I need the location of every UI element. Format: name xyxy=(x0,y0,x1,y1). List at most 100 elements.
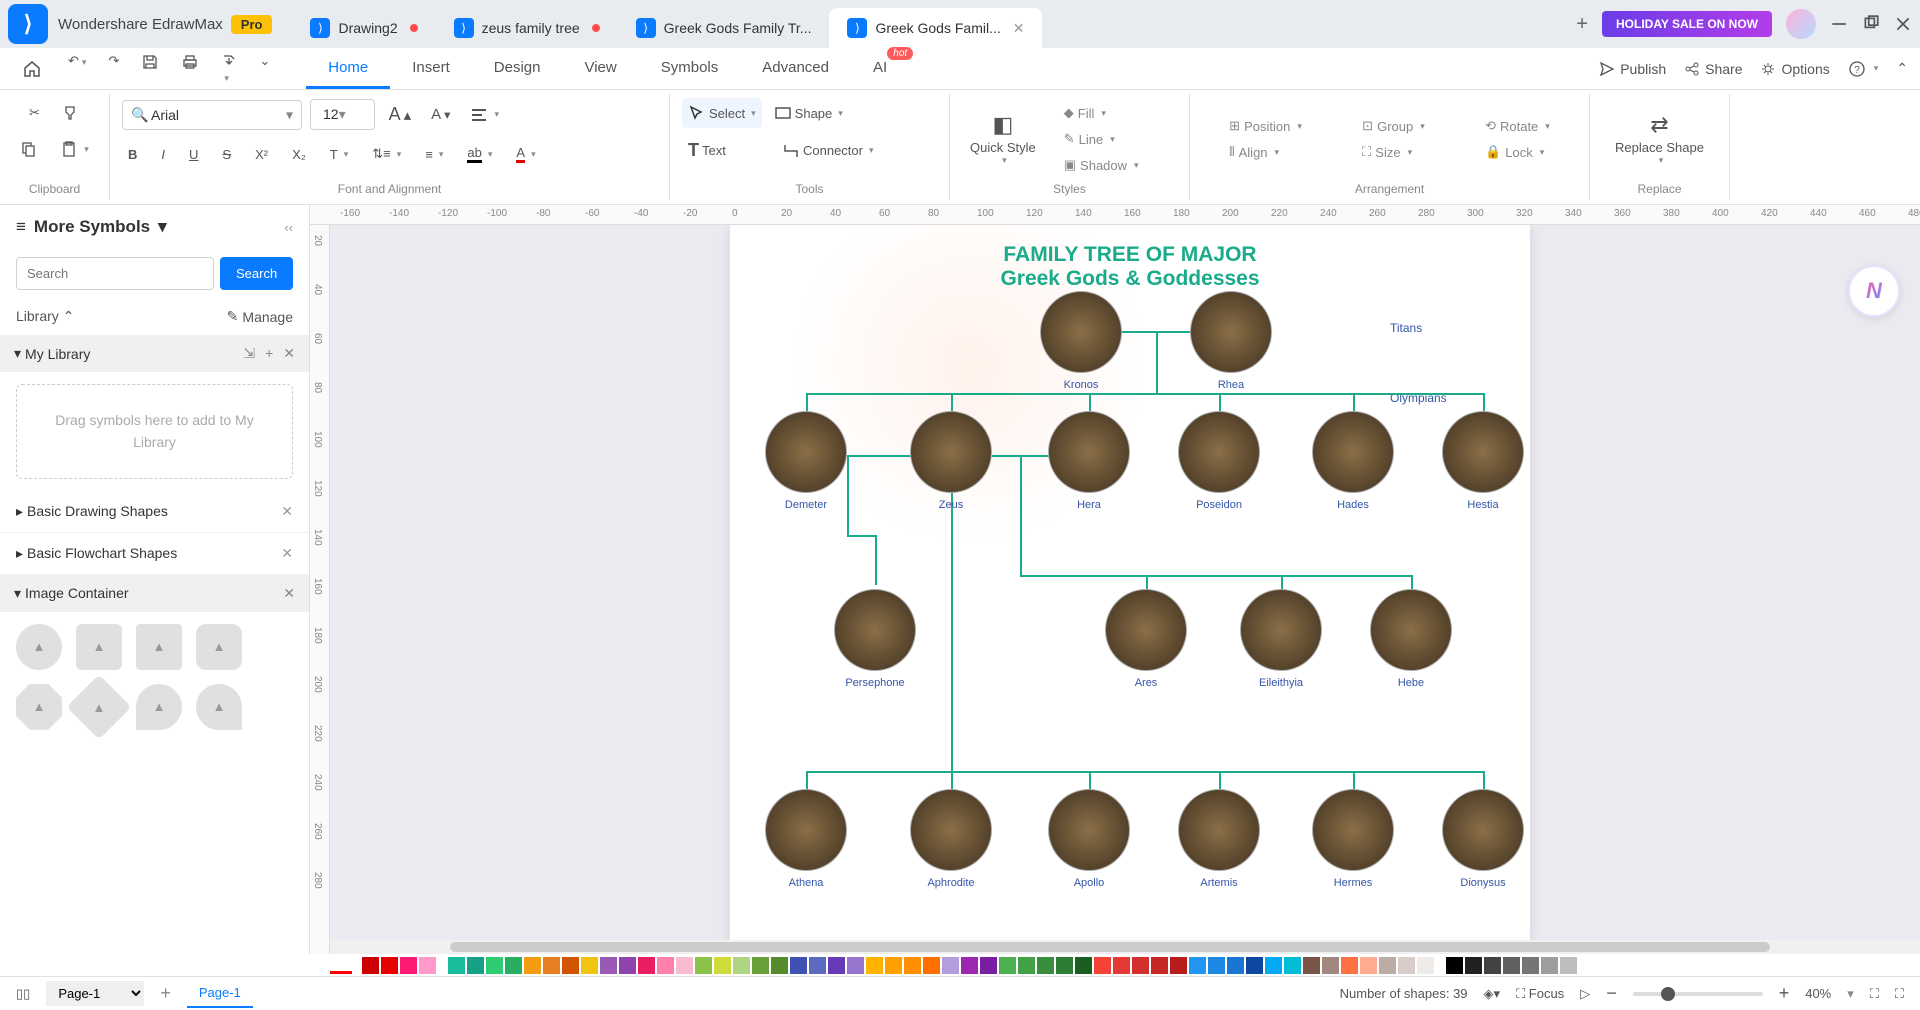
color-swatch[interactable] xyxy=(1037,957,1054,974)
sidebar-section-imagecontainer[interactable]: ▾ Image Container✕ xyxy=(0,575,309,612)
highlight-button[interactable]: ab xyxy=(461,139,498,169)
tree-node[interactable]: Demeter xyxy=(765,411,847,511)
undo-button[interactable]: ↶ xyxy=(62,49,92,88)
select-tool-button[interactable]: Select xyxy=(682,98,762,128)
color-swatch[interactable] xyxy=(619,957,636,974)
shape-rounded[interactable]: ▲ xyxy=(136,624,182,670)
align-shapes-button[interactable]: ⫴ Align xyxy=(1223,141,1308,163)
color-swatch[interactable] xyxy=(923,957,940,974)
options-button[interactable]: Options xyxy=(1760,61,1829,77)
document-tab[interactable]: ⟩Greek Gods Famil...✕ xyxy=(829,8,1042,48)
color-swatch[interactable] xyxy=(448,957,465,974)
color-swatch[interactable] xyxy=(381,957,398,974)
line-spacing-button[interactable]: ⇅≡ xyxy=(366,140,407,168)
copy-button[interactable] xyxy=(14,134,44,164)
zoom-slider[interactable] xyxy=(1633,992,1763,996)
new-tab-button[interactable]: + xyxy=(1562,13,1602,36)
color-swatch[interactable] xyxy=(1503,957,1520,974)
color-swatch[interactable] xyxy=(885,957,902,974)
color-swatch[interactable] xyxy=(1094,957,1111,974)
panel-toggle-icon[interactable]: ▯▯ xyxy=(16,986,30,1002)
replace-shape-button[interactable]: ⇄Replace Shape xyxy=(1607,106,1712,173)
close-section-icon[interactable]: ✕ xyxy=(283,585,295,602)
close-section-icon[interactable]: ✕ xyxy=(281,503,293,520)
menu-home[interactable]: Home xyxy=(306,49,390,89)
user-avatar[interactable] xyxy=(1786,9,1816,39)
color-swatch[interactable] xyxy=(1360,957,1377,974)
menu-advanced[interactable]: Advanced xyxy=(740,49,851,89)
color-swatch[interactable] xyxy=(1560,957,1577,974)
maximize-icon[interactable] xyxy=(1862,15,1880,33)
collapse-ribbon-button[interactable]: ⌃ xyxy=(1896,60,1908,77)
color-swatch[interactable] xyxy=(362,957,379,974)
subscript-button[interactable]: X₂ xyxy=(286,141,312,168)
color-swatch[interactable] xyxy=(419,957,436,974)
lock-button[interactable]: 🔒 Lock xyxy=(1479,141,1556,163)
tree-node[interactable]: Ares xyxy=(1105,589,1187,689)
color-swatch[interactable] xyxy=(1170,957,1187,974)
color-swatch[interactable] xyxy=(1151,957,1168,974)
help-button[interactable]: ? xyxy=(1848,60,1879,78)
color-swatch[interactable] xyxy=(1398,957,1415,974)
zoom-thumb[interactable] xyxy=(1661,987,1675,1001)
scrollbar-thumb[interactable] xyxy=(450,942,1770,952)
group-button[interactable]: ⊡ Group xyxy=(1356,115,1431,137)
position-button[interactable]: ⊞ Position xyxy=(1223,115,1308,137)
color-swatch[interactable] xyxy=(790,957,807,974)
color-swatch[interactable] xyxy=(1322,957,1339,974)
tree-node[interactable]: Hades xyxy=(1312,411,1394,511)
tree-node[interactable]: Zeus xyxy=(910,411,992,511)
shape-pin[interactable]: ▲ xyxy=(136,684,182,730)
tree-node[interactable]: Hestia xyxy=(1442,411,1524,511)
color-swatch[interactable] xyxy=(714,957,731,974)
sidebar-section-mylibrary[interactable]: ▾ My Library⇲+✕ xyxy=(0,335,309,372)
tree-node[interactable]: Aphrodite xyxy=(910,789,992,889)
color-swatch[interactable] xyxy=(1056,957,1073,974)
shape-heart[interactable]: ▲ xyxy=(196,684,242,730)
play-button[interactable]: ▷ xyxy=(1580,986,1590,1002)
page-select[interactable]: Page-1 xyxy=(46,981,144,1006)
font-size-select[interactable]: 12▾ xyxy=(310,99,375,130)
color-swatch[interactable] xyxy=(1208,957,1225,974)
color-swatch[interactable] xyxy=(1246,957,1263,974)
horizontal-scrollbar[interactable] xyxy=(330,940,1920,954)
color-swatch[interactable] xyxy=(1227,957,1244,974)
search-input[interactable] xyxy=(16,257,214,290)
bold-button[interactable]: B xyxy=(122,141,143,168)
shape-diamond[interactable]: ▲ xyxy=(66,674,131,739)
text-case-button[interactable]: T xyxy=(324,141,354,168)
color-swatch[interactable] xyxy=(733,957,750,974)
shape-octagon[interactable]: ▲ xyxy=(16,684,62,730)
color-swatch[interactable] xyxy=(828,957,845,974)
color-swatch[interactable] xyxy=(1446,957,1463,974)
close-tab-icon[interactable]: ✕ xyxy=(1013,20,1025,37)
export-button[interactable] xyxy=(215,49,243,88)
bullets-button[interactable]: ≡ xyxy=(419,141,449,168)
publish-button[interactable]: Publish xyxy=(1599,61,1666,77)
menu-view[interactable]: View xyxy=(562,49,638,89)
color-swatch[interactable] xyxy=(1484,957,1501,974)
text-tool-button[interactable]: TText xyxy=(682,134,770,167)
color-swatch[interactable] xyxy=(638,957,655,974)
close-icon[interactable] xyxy=(1894,15,1912,33)
share-button[interactable]: Share xyxy=(1684,61,1742,77)
redo-button[interactable]: ↷ xyxy=(102,49,125,88)
menu-symbols[interactable]: Symbols xyxy=(639,49,741,89)
shape-square[interactable]: ▲ xyxy=(76,624,122,670)
color-swatch[interactable] xyxy=(961,957,978,974)
tree-node[interactable]: Eileithyia xyxy=(1240,589,1322,689)
canvas[interactable]: FAMILY TREE OF MAJOR Greek Gods & Goddes… xyxy=(330,225,1920,940)
color-swatch[interactable] xyxy=(524,957,541,974)
color-swatch[interactable] xyxy=(695,957,712,974)
tree-node[interactable]: Athena xyxy=(765,789,847,889)
close-section-icon[interactable]: ✕ xyxy=(283,345,295,362)
drop-zone[interactable]: Drag symbols here to add to My Library xyxy=(16,384,293,479)
underline-button[interactable]: U xyxy=(183,141,204,168)
zoom-out-button[interactable]: − xyxy=(1606,983,1617,1004)
menu-insert[interactable]: Insert xyxy=(390,49,472,89)
decrease-font-button[interactable]: A▾ xyxy=(425,100,456,129)
shape-rounded2[interactable]: ▲ xyxy=(196,624,242,670)
focus-toggle[interactable]: ⛶ Focus xyxy=(1516,986,1564,1002)
color-swatch[interactable] xyxy=(752,957,769,974)
paste-button[interactable] xyxy=(54,134,95,164)
